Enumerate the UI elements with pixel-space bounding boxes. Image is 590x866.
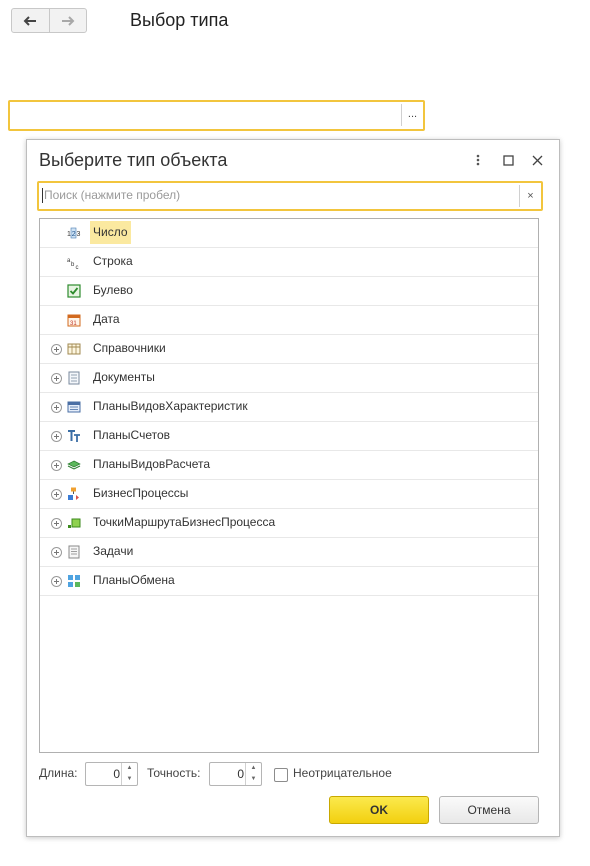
stepper-down-icon[interactable]: ▼ [246, 774, 261, 785]
search-placeholder: Поиск (нажмите пробел) [44, 188, 181, 202]
tree-label: ПланыВидовХарактеристик [93, 399, 248, 413]
close-button[interactable] [528, 150, 546, 170]
tree-label: Число [90, 221, 131, 244]
precision-value: 0 [237, 767, 244, 781]
clear-search-button[interactable]: × [519, 185, 541, 207]
navigation-buttons [11, 8, 87, 33]
catalog-icon [67, 343, 81, 355]
tree-row-account-plans[interactable]: ПланыСчетов [40, 422, 538, 451]
stepper-up-icon[interactable]: ▲ [246, 763, 261, 774]
tree-row-string[interactable]: a b c Строка [40, 248, 538, 277]
search-field[interactable]: Поиск (нажмите пробел) × [37, 181, 543, 211]
tree-label: Дата [93, 312, 120, 326]
svg-text:3: 3 [77, 231, 81, 238]
forward-button[interactable] [48, 9, 87, 32]
tree-label: ТочкиМаршрутаБизнесПроцесса [93, 515, 276, 529]
ok-button[interactable]: OK [329, 796, 429, 824]
expand-icon[interactable] [51, 402, 62, 413]
tree-row-number[interactable]: 1 2 3 Число [40, 219, 538, 248]
document-icon [68, 371, 80, 385]
tree-label: ПланыВидовРасчета [93, 457, 211, 471]
expand-icon[interactable] [51, 460, 62, 471]
calendar-icon: 31 [67, 314, 81, 327]
back-button[interactable] [12, 9, 49, 32]
tree-row-route-points[interactable]: ТочкиМаршрутаБизнесПроцесса [40, 509, 538, 538]
task-icon [68, 545, 80, 559]
boolean-icon [67, 284, 81, 298]
tree-row-business-processes[interactable]: БизнесПроцессы [40, 480, 538, 509]
svg-text:b: b [71, 262, 75, 268]
type-field[interactable]: ... [8, 100, 425, 131]
tree-label: БизнесПроцессы [93, 486, 189, 500]
type-tree: 1 2 3 Число a b c Строка Булево 31 Дата … [39, 218, 539, 753]
precision-label: Точность: [147, 766, 201, 780]
calculation-types-icon [67, 460, 81, 470]
tree-row-documents[interactable]: Документы [40, 364, 538, 393]
more-vertical-icon [476, 154, 480, 166]
expand-icon[interactable] [51, 344, 62, 355]
tree-label: Булево [93, 283, 133, 297]
precision-stepper[interactable]: ▲ ▼ [245, 763, 261, 785]
length-input[interactable]: 0 ▲ ▼ [85, 762, 138, 786]
tree-label: Строка [93, 254, 133, 268]
expand-icon[interactable] [51, 576, 62, 587]
tree-row-characteristic-plans[interactable]: ПланыВидовХарактеристик [40, 393, 538, 422]
tree-label: Справочники [93, 341, 166, 355]
close-icon [532, 155, 542, 165]
route-point-icon [68, 518, 81, 528]
svg-text:1: 1 [67, 231, 71, 238]
number-icon: 1 2 3 [67, 227, 81, 239]
stepper-down-icon[interactable]: ▼ [122, 774, 137, 785]
string-icon: a b c [67, 258, 79, 269]
maximize-button[interactable] [499, 150, 517, 170]
tree-row-boolean[interactable]: Булево [40, 277, 538, 306]
tree-label: Документы [93, 370, 155, 384]
expand-icon[interactable] [51, 373, 62, 384]
text-cursor [42, 188, 43, 203]
tree-label: ПланыОбмена [93, 573, 175, 587]
tree-row-tasks[interactable]: Задачи [40, 538, 538, 567]
tree-row-calculation-plans[interactable]: ПланыВидовРасчета [40, 451, 538, 480]
precision-input[interactable]: 0 ▲ ▼ [209, 762, 262, 786]
expand-icon[interactable] [51, 547, 62, 558]
arrow-right-icon [61, 15, 75, 26]
dialog-title: Выберите тип объекта [39, 150, 228, 170]
select-type-button[interactable]: ... [401, 104, 423, 126]
nonnegative-checkbox[interactable] [274, 768, 288, 782]
length-label: Длина: [39, 766, 78, 780]
tree-row-exchange-plans[interactable]: ПланыОбмена [40, 567, 538, 596]
page-title: Выбор типа [130, 10, 229, 30]
business-process-icon [68, 487, 79, 500]
chart-of-accounts-icon [68, 430, 80, 442]
stepper-up-icon[interactable]: ▲ [122, 763, 137, 774]
chart-of-characteristics-icon [67, 401, 81, 413]
exchange-plan-icon [68, 575, 80, 587]
expand-icon[interactable] [51, 489, 62, 500]
maximize-icon [502, 154, 514, 166]
more-button[interactable] [469, 150, 487, 170]
tree-row-catalogs[interactable]: Справочники [40, 335, 538, 364]
svg-text:31: 31 [70, 321, 77, 327]
cancel-button[interactable]: Отмена [439, 796, 539, 824]
tree-label: ПланыСчетов [93, 428, 171, 442]
svg-text:2: 2 [72, 231, 76, 238]
tree-label: Задачи [93, 544, 134, 558]
select-type-dialog: Выберите тип объекта Поиск (нажмите проб… [26, 139, 560, 837]
tree-row-date[interactable]: 31 Дата [40, 306, 538, 335]
svg-text:c: c [76, 265, 79, 269]
length-stepper[interactable]: ▲ ▼ [121, 763, 137, 785]
expand-icon[interactable] [51, 518, 62, 529]
arrow-left-icon [23, 15, 37, 26]
length-value: 0 [113, 767, 120, 781]
expand-icon[interactable] [51, 431, 62, 442]
nonnegative-label: Неотрицательное [293, 766, 392, 780]
